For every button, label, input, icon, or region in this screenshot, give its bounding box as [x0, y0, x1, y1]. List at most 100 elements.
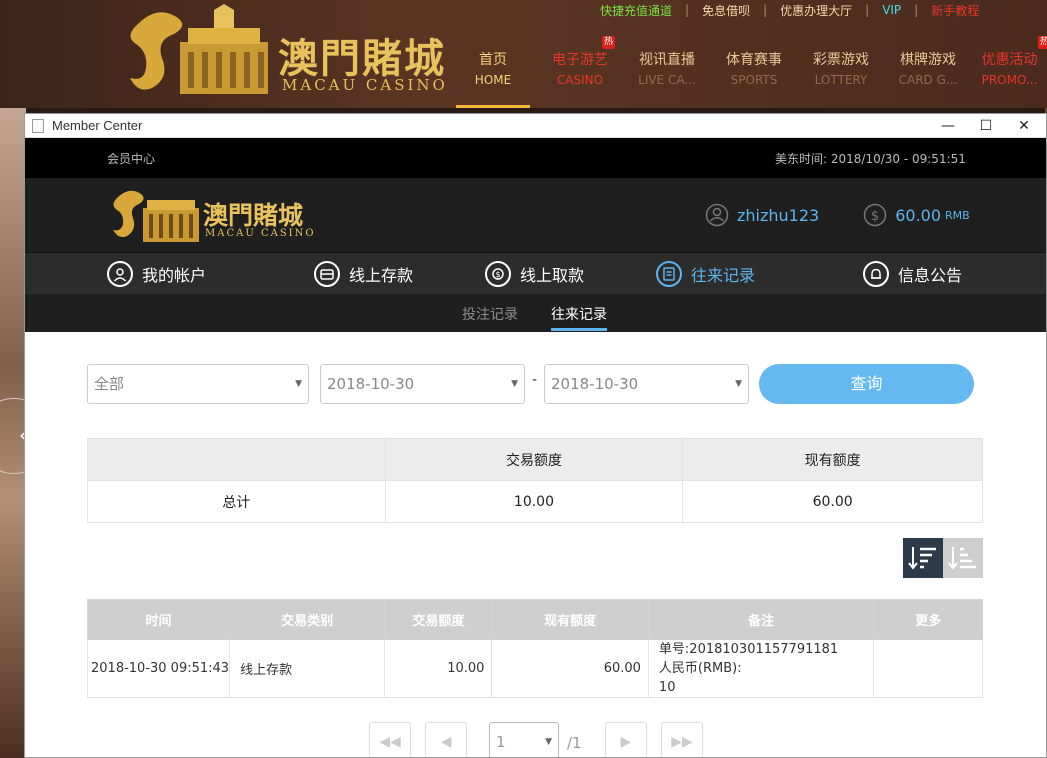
- top-link-separator: |: [685, 3, 690, 17]
- member-nav-notices[interactable]: 信息公告: [863, 261, 962, 287]
- summary-amount: 10.00: [384, 480, 684, 523]
- site-header: 澳門賭城 MACAU CASINO 快捷充值通道 | 免息借呗 | 优惠办理大厅…: [0, 0, 1047, 108]
- summary-header: [87, 438, 386, 481]
- tab-bet-records[interactable]: 投注记录: [462, 304, 518, 324]
- page-select-value: 1: [496, 733, 506, 751]
- chevron-down-icon: ▼: [511, 379, 518, 389]
- withdraw-icon: $: [485, 261, 511, 287]
- nav-promo-sublabel: PROMO...: [981, 73, 1038, 87]
- member-nav-deposit-label: 线上存款: [349, 266, 414, 285]
- member-center-label: 会员中心: [107, 152, 156, 166]
- row-time: 2018-10-30 09:51:43: [86, 639, 231, 698]
- row-amount: 10.00: [384, 639, 493, 698]
- column-header-more[interactable]: 更多: [873, 599, 983, 640]
- balance-value: 60.00: [895, 205, 942, 225]
- nav-live-casino[interactable]: 视讯直播 LIVE CA...: [624, 50, 710, 90]
- minimize-button[interactable]: —: [929, 114, 967, 138]
- member-nav-account[interactable]: 我的帐户: [107, 261, 206, 287]
- chevron-down-icon: ▼: [545, 737, 552, 747]
- first-page-button[interactable]: ◀◀: [369, 722, 411, 757]
- nav-casino-label: 电子游艺: [552, 52, 608, 68]
- window-title: Member Center: [52, 118, 143, 133]
- summary-balance: 60.00: [682, 480, 983, 523]
- summary-label: 总计: [87, 480, 386, 523]
- top-links: 快捷充值通道 | 免息借呗 | 优惠办理大厅 | VIP | 新手教程: [600, 0, 979, 20]
- balance-currency: RMB: [945, 208, 970, 222]
- page-select[interactable]: 1 ▼: [489, 722, 559, 757]
- eastern-time-value: 2018/10/30 - 09:51:51: [830, 152, 966, 166]
- eastern-time-label: 美东时间:: [775, 152, 828, 166]
- sub-tabs: 投注记录 往来记录: [25, 294, 1046, 332]
- member-nav-withdraw[interactable]: $ 线上取款: [485, 261, 584, 287]
- deposit-icon: [314, 261, 340, 287]
- nav-casino[interactable]: 热 电子游艺 CASINO: [537, 36, 623, 90]
- records-table: 时间 交易类别 交易额度 现有额度 备注 更多 2018-10-30 09:51…: [86, 599, 983, 698]
- username: zhizhu123: [737, 205, 820, 225]
- member-nav: 我的帐户 线上存款 $ 线上取款 往来记录 信息公告: [25, 252, 1046, 294]
- summary-header: 现有额度: [682, 438, 983, 481]
- nav-promotions[interactable]: 热 优惠活动 PROMO...: [972, 36, 1047, 90]
- top-link-recharge[interactable]: 快捷充值通道: [600, 2, 672, 19]
- next-page-button[interactable]: ▶: [605, 722, 647, 757]
- nav-card-games[interactable]: 棋牌游戏 CARD G...: [885, 50, 971, 90]
- site-logo-subtext: MACAU CASINO: [282, 76, 448, 94]
- nav-lottery[interactable]: 彩票游戏 LOTTERY: [798, 50, 884, 90]
- summary-header-row: 交易额度 现有额度: [87, 438, 983, 481]
- table-row[interactable]: 2018-10-30 09:51:43 线上存款 10.00 60.00 单号:…: [86, 639, 983, 698]
- type-select-value: 全部: [94, 375, 125, 393]
- svg-text:$: $: [871, 209, 879, 224]
- nav-sports[interactable]: 体育赛事 SPORTS: [711, 50, 797, 90]
- query-button[interactable]: 查询: [759, 364, 974, 404]
- row-more[interactable]: [873, 639, 983, 698]
- eastern-time: 美东时间: 2018/10/30 - 09:51:51: [775, 150, 966, 167]
- summary-table: 交易额度 现有额度 总计 10.00 60.00: [87, 438, 983, 523]
- sort-descending-icon[interactable]: [903, 538, 943, 578]
- dollar-icon: $: [863, 203, 887, 227]
- date-range-separator: -: [532, 372, 538, 388]
- prev-page-button[interactable]: ◀: [425, 722, 467, 757]
- column-header-balance[interactable]: 现有额度: [491, 599, 649, 640]
- column-header-time[interactable]: 时间: [86, 599, 231, 640]
- member-top-bar: 会员中心 美东时间: 2018/10/30 - 09:51:51: [25, 138, 1046, 178]
- member-nav-notices-label: 信息公告: [898, 266, 963, 285]
- chevron-down-icon: ▼: [295, 379, 302, 389]
- hot-badge: 热: [601, 36, 615, 49]
- svg-text:$: $: [495, 270, 500, 279]
- column-header-type[interactable]: 交易类别: [229, 599, 386, 640]
- top-link-promo-hall[interactable]: 优惠办理大厅: [780, 2, 852, 19]
- top-link-vip[interactable]: VIP: [882, 3, 901, 17]
- member-logo-subtext: MACAU CASINO: [205, 228, 316, 239]
- nav-lottery-sublabel: LOTTERY: [814, 73, 868, 87]
- date-to-value: 2018-10-30: [551, 375, 639, 393]
- row-note: 单号:201810301157791181 人民币(RMB): 10: [647, 639, 875, 698]
- last-page-button[interactable]: ▶▶: [661, 722, 703, 757]
- column-header-note[interactable]: 备注: [647, 599, 875, 640]
- column-header-amount[interactable]: 交易额度: [384, 599, 493, 640]
- user-icon: [705, 203, 729, 227]
- summary-header: 交易额度: [384, 438, 684, 481]
- date-from-value: 2018-10-30: [327, 375, 415, 393]
- window-titlebar[interactable]: Member Center — ☐ ✕: [25, 114, 1046, 138]
- top-link-separator: |: [763, 3, 768, 17]
- date-to-select[interactable]: 2018-10-30 ▼: [544, 364, 749, 404]
- top-link-tutorial[interactable]: 新手教程: [931, 2, 979, 19]
- close-button[interactable]: ✕: [1005, 114, 1043, 138]
- member-nav-records[interactable]: 往来记录: [656, 261, 755, 287]
- member-nav-deposit[interactable]: 线上存款: [314, 261, 413, 287]
- records-header-row: 时间 交易类别 交易额度 现有额度 备注 更多: [86, 599, 983, 640]
- top-link-loan[interactable]: 免息借呗: [702, 2, 750, 19]
- date-from-select[interactable]: 2018-10-30 ▼: [320, 364, 525, 404]
- nav-card-label: 棋牌游戏: [900, 52, 956, 68]
- site-logo[interactable]: 澳門賭城 MACAU CASINO: [118, 4, 448, 100]
- member-nav-withdraw-label: 线上取款: [520, 266, 585, 285]
- document-icon: [32, 119, 44, 133]
- note-amount: 10: [658, 680, 676, 695]
- type-select[interactable]: 全部 ▼: [87, 364, 309, 404]
- note-currency: 人民币(RMB):: [658, 661, 742, 676]
- row-balance: 60.00: [491, 639, 649, 698]
- nav-home-sublabel: HOME: [474, 73, 512, 87]
- sort-ascending-icon[interactable]: [943, 538, 983, 578]
- nav-home[interactable]: 首页 HOME: [450, 50, 536, 108]
- maximize-button[interactable]: ☐: [967, 114, 1005, 138]
- tab-transaction-records[interactable]: 往来记录: [551, 304, 607, 331]
